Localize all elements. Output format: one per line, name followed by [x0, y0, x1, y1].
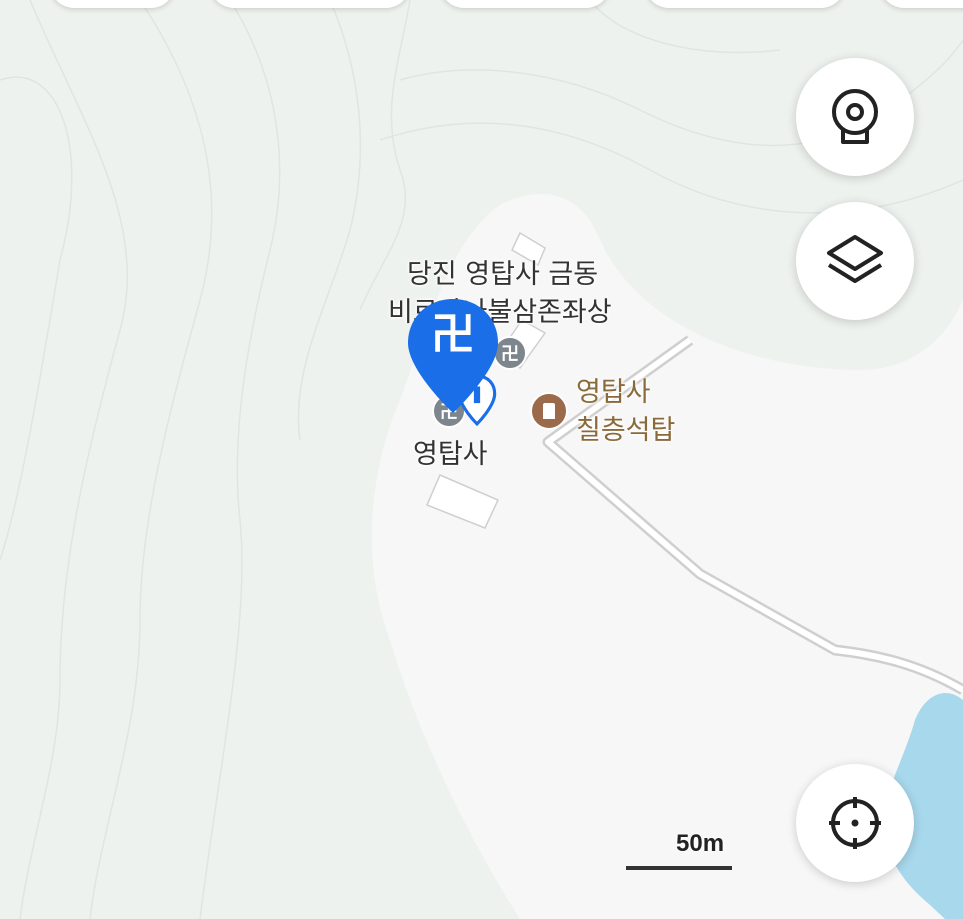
heritage-poi-icon[interactable] [530, 392, 568, 430]
scale-label: 50m [676, 830, 725, 857]
selected-temple-marker[interactable]: 卍 [405, 296, 501, 416]
temple-glyph: 卍 [431, 309, 475, 360]
map-label-pagoda-line2[interactable]: 칠층석탑 [576, 414, 675, 447]
filter-chip[interactable] [210, 0, 410, 8]
filter-chip[interactable] [50, 0, 175, 8]
crosshair-icon [829, 797, 881, 849]
map-label-pagoda-line1[interactable]: 영탑사 [576, 376, 651, 409]
cctv-icon [832, 89, 878, 144]
current-location-button[interactable] [796, 764, 914, 882]
filter-chip[interactable] [440, 0, 610, 8]
map-label-statue-line1[interactable]: 당진 영탑사 금동 [407, 258, 598, 291]
cctv-button[interactable] [796, 58, 914, 176]
layers-icon [827, 235, 883, 283]
layers-button[interactable] [796, 202, 914, 320]
filter-chip[interactable] [645, 0, 845, 8]
map-label-temple[interactable]: 영탑사 [413, 438, 488, 471]
scale-bar [626, 866, 732, 870]
pagoda-glyph [543, 403, 555, 419]
